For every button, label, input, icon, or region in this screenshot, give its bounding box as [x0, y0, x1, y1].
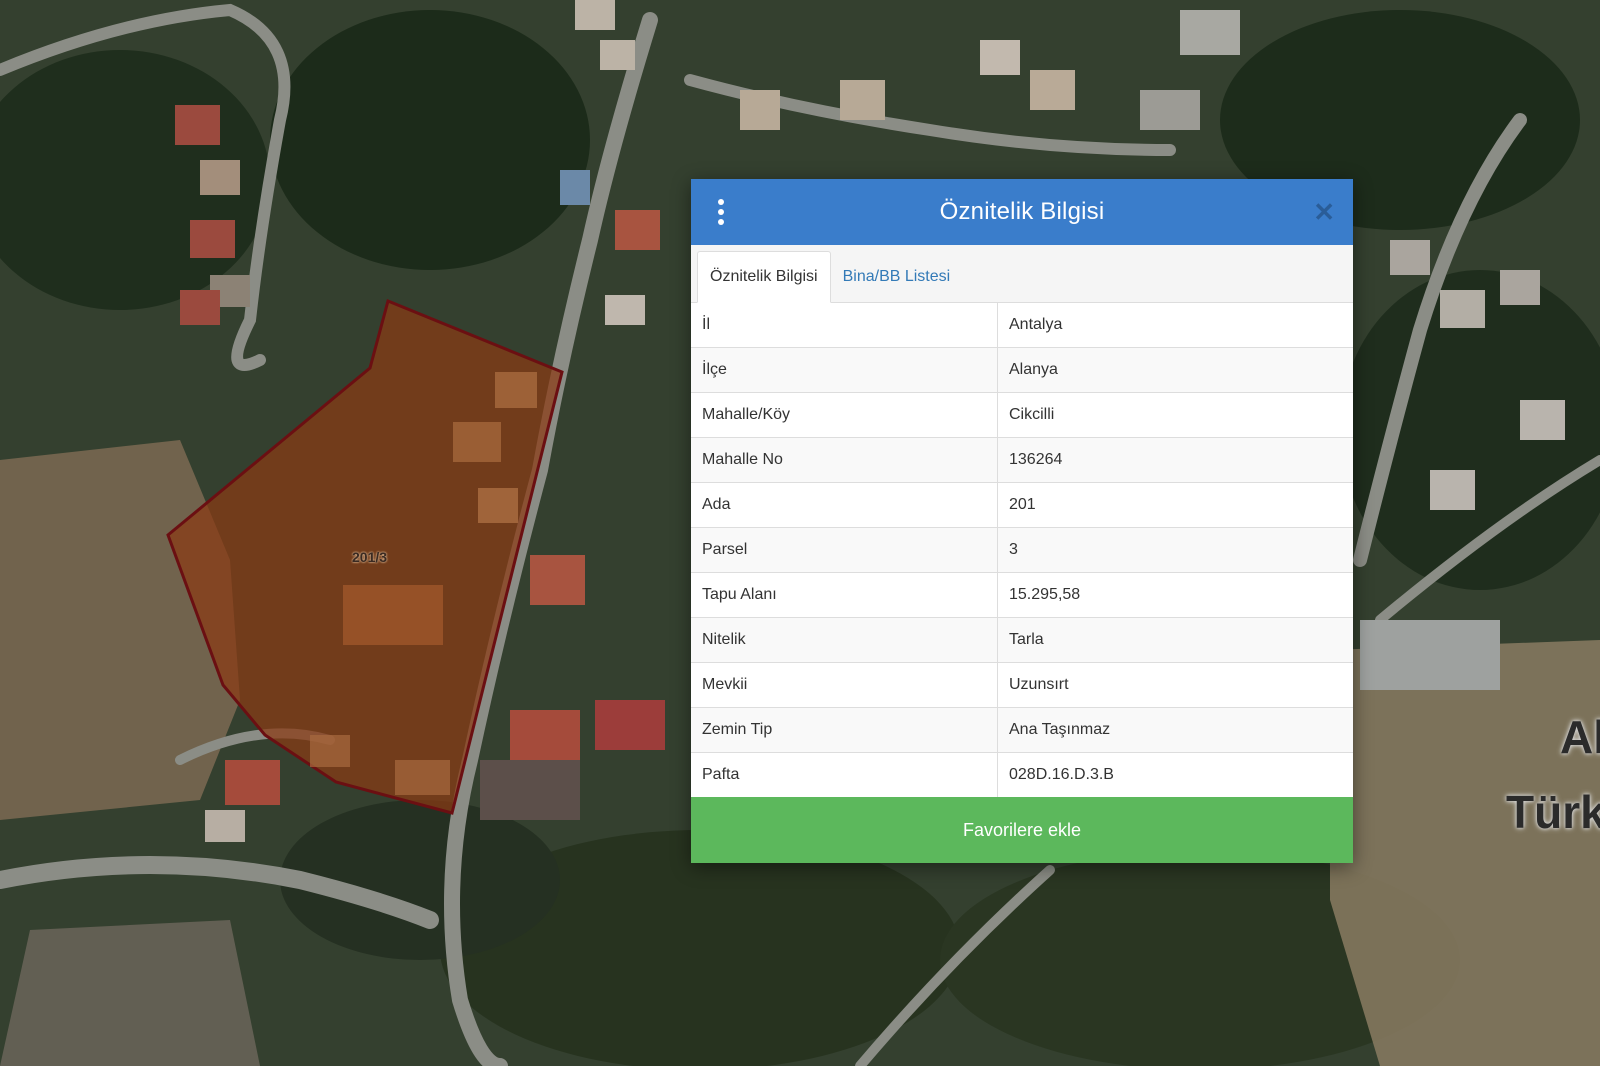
add-to-favorites-button[interactable]: Favorilere ekle [691, 797, 1353, 863]
attribute-value: Tarla [997, 617, 1353, 663]
table-row: Tapu Alanı 15.295,58 [691, 572, 1353, 618]
attribute-value: Alanya [997, 347, 1353, 393]
attribute-value: 15.295,58 [997, 572, 1353, 618]
attribute-key: Tapu Alanı [691, 572, 998, 618]
attribute-key: Ada [691, 482, 998, 528]
tab-building-list[interactable]: Bina/BB Listesi [831, 252, 963, 302]
attribute-key: Mahalle No [691, 437, 998, 483]
table-row: Mevkii Uzunsırt [691, 662, 1353, 708]
table-row: Nitelik Tarla [691, 617, 1353, 663]
attribute-value: 028D.16.D.3.B [997, 752, 1353, 797]
vertical-dots-icon[interactable] [715, 199, 727, 225]
attribute-info-panel: Öznitelik Bilgisi ✕ Öznitelik Bilgisi Bi… [691, 179, 1353, 863]
city-label-line2: Türk [1506, 786, 1600, 838]
attribute-value: Ana Taşınmaz [997, 707, 1353, 753]
attribute-value: Antalya [997, 303, 1353, 348]
table-row: Mahalle No 136264 [691, 437, 1353, 483]
attribute-value: 136264 [997, 437, 1353, 483]
table-row: Ada 201 [691, 482, 1353, 528]
attribute-key: İl [691, 303, 998, 348]
panel-title: Öznitelik Bilgisi [939, 198, 1105, 225]
attribute-key: İlçe [691, 347, 998, 393]
table-row: Mahalle/Köy Cikcilli [691, 392, 1353, 438]
table-row: Pafta 028D.16.D.3.B [691, 752, 1353, 797]
attribute-key: Parsel [691, 527, 998, 573]
attribute-table: İl Antalya İlçe Alanya Mahalle/Köy Cikcilli… [691, 303, 1353, 797]
parcel-number-label: 201/3 [352, 549, 388, 565]
table-row: Zemin Tip Ana Taşınmaz [691, 707, 1353, 753]
attribute-value: 201 [997, 482, 1353, 528]
panel-tabs: Öznitelik Bilgisi Bina/BB Listesi [691, 245, 1353, 303]
attribute-key: Nitelik [691, 617, 998, 663]
city-label-line1: Ala [1560, 711, 1600, 763]
table-row: İl Antalya [691, 303, 1353, 348]
table-row: İlçe Alanya [691, 347, 1353, 393]
attribute-value: Uzunsırt [997, 662, 1353, 708]
attribute-key: Mahalle/Köy [691, 392, 998, 438]
close-icon[interactable]: ✕ [1313, 197, 1335, 227]
attribute-key: Mevkii [691, 662, 998, 708]
table-row: Parsel 3 [691, 527, 1353, 573]
attribute-key: Zemin Tip [691, 707, 998, 753]
tab-attribute-info[interactable]: Öznitelik Bilgisi [697, 251, 831, 303]
attribute-value: Cikcilli [997, 392, 1353, 438]
attribute-value: 3 [997, 527, 1353, 573]
attribute-key: Pafta [691, 752, 998, 797]
panel-header: Öznitelik Bilgisi ✕ [691, 179, 1353, 245]
